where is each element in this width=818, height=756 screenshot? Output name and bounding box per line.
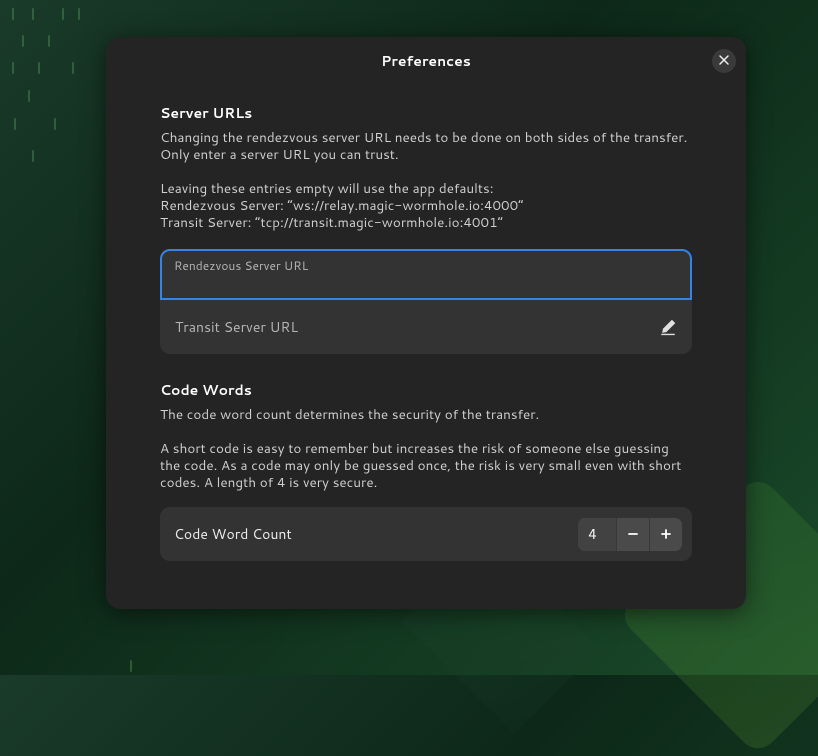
server-urls-desc1: Changing the rendezvous server URL needs… <box>160 129 692 164</box>
transit-url-row[interactable]: Transit Server URL <box>160 300 692 354</box>
close-button[interactable] <box>712 49 736 73</box>
minus-icon <box>626 527 640 541</box>
server-urls-section: Server URLs Changing the rendezvous serv… <box>160 103 692 354</box>
code-words-title: Code Words <box>160 380 692 400</box>
code-word-count-row: Code Word Count 4 <box>160 507 692 561</box>
rendezvous-url-input[interactable] <box>174 276 678 292</box>
increment-button[interactable] <box>649 518 682 551</box>
code-words-desc1: The code word count determines the secur… <box>160 406 692 423</box>
decrement-button[interactable] <box>616 518 649 551</box>
rendezvous-url-row[interactable]: Rendezvous Server URL <box>160 249 692 300</box>
code-word-count-stepper: 4 <box>578 518 682 551</box>
server-urls-desc2: Leaving these entries empty will use the… <box>160 180 692 232</box>
dialog-title: Preferences <box>381 51 471 71</box>
code-words-section: Code Words The code word count determine… <box>160 380 692 561</box>
code-word-count-value[interactable]: 4 <box>578 518 616 551</box>
code-word-count-label: Code Word Count <box>174 524 578 544</box>
preferences-dialog: Preferences Server URLs Changing the ren… <box>106 37 746 609</box>
close-icon <box>718 53 730 69</box>
server-urls-title: Server URLs <box>160 103 692 123</box>
dialog-header: Preferences <box>106 37 746 85</box>
transit-url-label: Transit Server URL <box>175 317 659 337</box>
plus-icon <box>659 527 673 541</box>
rendezvous-url-label: Rendezvous Server URL <box>174 257 678 274</box>
code-words-desc2: A short code is easy to remember but inc… <box>160 440 692 492</box>
edit-icon <box>659 318 677 336</box>
